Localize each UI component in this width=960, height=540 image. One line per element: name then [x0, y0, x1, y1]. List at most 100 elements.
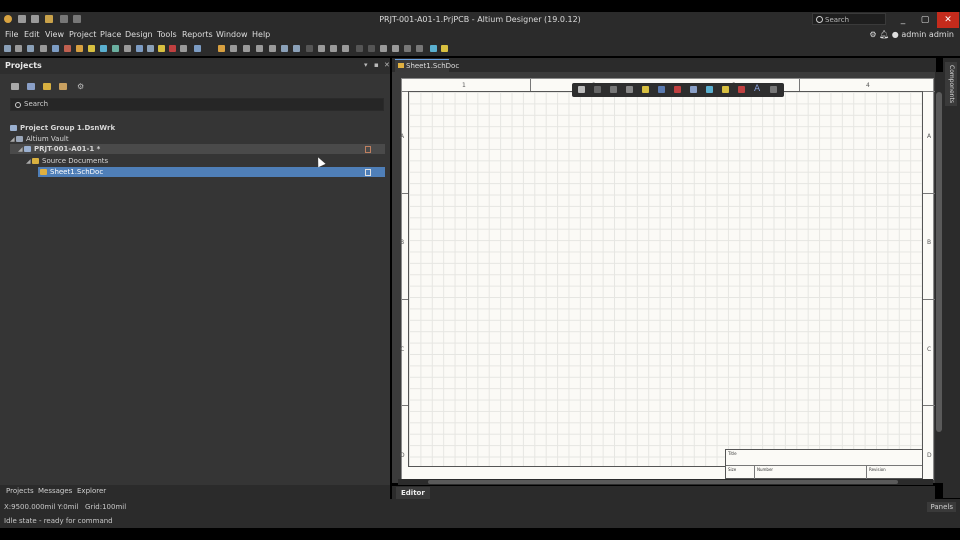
menu-help[interactable]: Help — [252, 30, 270, 39]
tool-icon[interactable] — [416, 45, 423, 52]
workspace-icon[interactable] — [11, 83, 19, 90]
tool-icon[interactable] — [230, 45, 237, 52]
tool-icon[interactable] — [76, 45, 83, 52]
select-icon[interactable] — [610, 86, 617, 93]
menu-place[interactable]: Place — [100, 30, 121, 39]
menu-bar: File Edit View Project Place Design Tool… — [0, 28, 960, 42]
title-block-line — [726, 465, 922, 466]
drawing-area-grid[interactable] — [408, 91, 923, 467]
tool-icon[interactable] — [64, 45, 71, 52]
power-icon[interactable] — [674, 86, 681, 93]
settings-icon[interactable]: ⚙ — [77, 83, 85, 91]
net-label-icon[interactable] — [722, 86, 729, 93]
menu-design[interactable]: Design — [125, 30, 153, 39]
menu-reports[interactable]: Reports — [182, 30, 213, 39]
tool-icon[interactable] — [169, 45, 176, 52]
close-button[interactable]: ✕ — [937, 12, 959, 28]
user-area[interactable]: ⚙ 🔔︎ ● admin admin — [869, 30, 954, 39]
minimize-button[interactable]: _ — [892, 12, 914, 28]
project-icon[interactable] — [27, 83, 35, 90]
schematic-sheet[interactable]: 1 2 3 4 A B C D A B C D Title Size Numbe… — [400, 78, 935, 480]
tool-icon[interactable] — [15, 45, 22, 52]
bus-icon[interactable] — [690, 86, 697, 93]
directive-icon[interactable] — [738, 86, 745, 93]
tree-item-folder[interactable]: ◢ Source Documents — [26, 156, 108, 166]
schematic-doc-icon — [398, 63, 404, 68]
tool-icon[interactable] — [40, 45, 47, 52]
tool-icon[interactable] — [380, 45, 387, 52]
menu-window[interactable]: Window — [216, 30, 248, 39]
wire-icon[interactable] — [658, 86, 665, 93]
pin-icon[interactable]: ▪ — [374, 61, 379, 69]
text-icon[interactable]: A — [754, 85, 761, 94]
menu-edit[interactable]: Edit — [24, 30, 40, 39]
tool-icon[interactable] — [356, 45, 363, 52]
tool-icon[interactable] — [100, 45, 107, 52]
search-input[interactable]: Search — [10, 98, 384, 111]
tool-icon[interactable] — [180, 45, 187, 52]
gear-icon[interactable]: ⚙ — [869, 30, 876, 39]
tree-item-project[interactable]: ◢ PRJT-001-A01-1 * — [10, 144, 385, 154]
tool-icon[interactable] — [256, 45, 263, 52]
tool-icon[interactable] — [441, 45, 448, 52]
tab-components[interactable]: Components — [945, 62, 957, 106]
scrollbar-thumb[interactable] — [428, 480, 898, 484]
user-name[interactable]: admin admin — [901, 30, 954, 39]
tool-icon[interactable] — [392, 45, 399, 52]
tab-editor[interactable]: Editor — [396, 487, 430, 499]
horizontal-scrollbar[interactable] — [398, 479, 933, 485]
tree-item-document[interactable]: Sheet1.SchDoc — [38, 167, 385, 177]
tool-icon[interactable] — [124, 45, 131, 52]
tab-sheet1[interactable]: Sheet1.SchDoc — [395, 59, 459, 72]
tool-icon[interactable] — [52, 45, 59, 52]
tool-icon[interactable] — [318, 45, 325, 52]
tool-icon[interactable] — [293, 45, 300, 52]
tool-icon[interactable] — [243, 45, 250, 52]
tool-icon[interactable] — [281, 45, 288, 52]
vertical-scrollbar[interactable] — [935, 72, 943, 483]
tool-icon[interactable] — [330, 45, 337, 52]
filter-icon[interactable] — [578, 86, 585, 93]
tool-icon[interactable] — [430, 45, 437, 52]
tool-icon[interactable] — [269, 45, 276, 52]
tree-item-group[interactable]: Project Group 1.DsnWrk — [10, 123, 115, 133]
tool-icon[interactable] — [368, 45, 375, 52]
tool-icon[interactable] — [112, 45, 119, 52]
global-search[interactable]: Search — [812, 13, 886, 25]
schematic-editor[interactable]: 1 2 3 4 A B C D A B C D Title Size Numbe… — [392, 72, 935, 483]
tool-icon[interactable] — [342, 45, 349, 52]
tool-icon[interactable] — [194, 45, 201, 52]
tool-icon[interactable] — [147, 45, 154, 52]
panel-close-icon[interactable]: ✕ — [384, 61, 390, 69]
zone-label-side: A — [927, 133, 932, 140]
tool-icon[interactable] — [88, 45, 95, 52]
port-icon[interactable] — [642, 86, 649, 93]
tab-messages[interactable]: Messages — [38, 487, 72, 495]
bell-icon[interactable]: 🔔︎ — [879, 30, 889, 39]
tool-icon[interactable] — [306, 45, 313, 52]
move-icon[interactable] — [594, 86, 601, 93]
menu-file[interactable]: File — [5, 30, 18, 39]
folder-icon[interactable] — [43, 83, 51, 90]
tool-icon[interactable] — [27, 45, 34, 52]
shape-icon[interactable] — [770, 86, 777, 93]
menu-view[interactable]: View — [45, 30, 64, 39]
tab-projects[interactable]: Projects — [6, 487, 34, 495]
align-icon[interactable] — [626, 86, 633, 93]
menu-project[interactable]: Project — [69, 30, 96, 39]
menu-tools[interactable]: Tools — [157, 30, 177, 39]
scrollbar-thumb[interactable] — [936, 92, 942, 432]
maximize-button[interactable]: ▢ — [914, 12, 936, 28]
document-icon[interactable] — [59, 83, 67, 90]
tree-item-vault[interactable]: ◢ Altium Vault — [10, 134, 69, 144]
tool-icon[interactable] — [4, 45, 11, 52]
tool-icon[interactable] — [158, 45, 165, 52]
tab-explorer[interactable]: Explorer — [77, 487, 106, 495]
tool-icon[interactable] — [404, 45, 411, 52]
harness-icon[interactable] — [706, 86, 713, 93]
tool-icon[interactable] — [136, 45, 143, 52]
tool-icon[interactable] — [218, 45, 225, 52]
search-placeholder: Search — [24, 100, 49, 108]
panel-menu-icon[interactable]: ▾ — [364, 61, 368, 69]
panels-button[interactable]: Panels — [927, 502, 956, 512]
